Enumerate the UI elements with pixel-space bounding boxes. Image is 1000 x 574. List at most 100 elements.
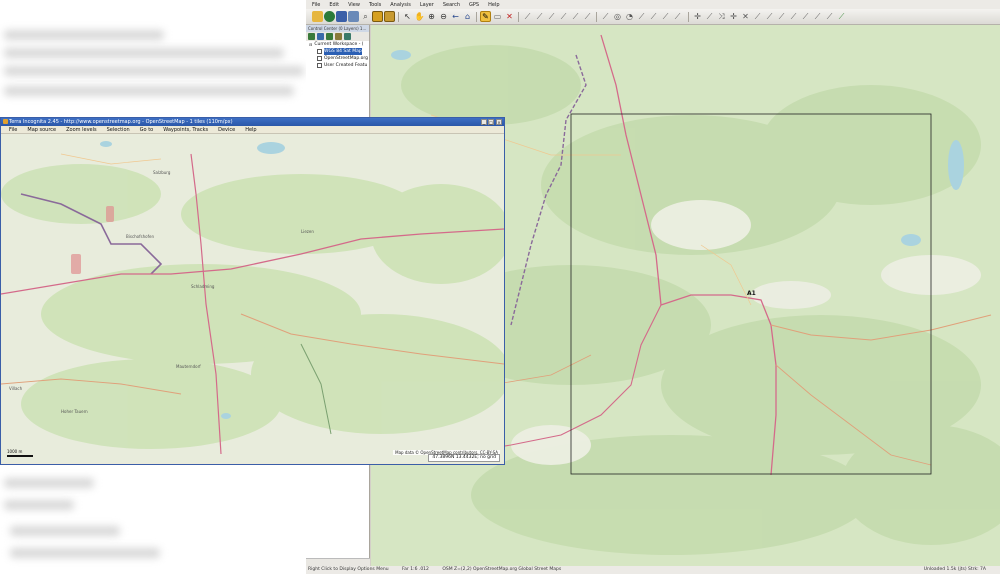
menu-help[interactable]: Help (488, 2, 499, 8)
rotate-icon[interactable]: ⟋ (776, 11, 787, 22)
watershed-icon[interactable]: ⟋ (636, 11, 647, 22)
layer-zoom-icon[interactable] (344, 33, 351, 40)
split-icon[interactable]: ✕ (740, 11, 751, 22)
status-info: OSM Z=(2,2) OpenStreetMap.org Global Str… (442, 567, 562, 572)
blurred-text (4, 48, 284, 58)
layer-label: Current Workspace - ( (314, 42, 364, 47)
reshape-icon[interactable]: ✛ (728, 11, 739, 22)
measure-icon[interactable]: ⟋ (522, 11, 533, 22)
menu-view[interactable]: View (348, 2, 360, 8)
node-edit-icon[interactable]: ⤨ (716, 11, 727, 22)
profile-icon[interactable]: ⟋ (570, 11, 581, 22)
coordinate-readout: 47.3896N 13.4432E; no grid (428, 454, 500, 462)
layer-item-osm[interactable]: OpenStreetMap.org (309, 55, 369, 62)
layer-up-icon[interactable] (326, 33, 333, 40)
maximize-icon[interactable]: □ (488, 119, 494, 125)
toolbar-separator (688, 12, 689, 22)
path-icon[interactable]: ⟋ (600, 11, 611, 22)
select-rect-icon[interactable]: ▭ (492, 11, 503, 22)
place-label: Villach (9, 386, 23, 391)
place-label: Bischofshofen (126, 234, 154, 239)
blurred-text (4, 478, 94, 488)
line-tool-icon[interactable]: ⟋ (672, 11, 683, 22)
edit-pencil-icon[interactable]: ✎ (480, 11, 491, 22)
pan-icon[interactable]: ✋ (414, 11, 425, 22)
menu-waypoints-tracks[interactable]: Waypoints, Tracks (163, 126, 208, 133)
toolbar-separator (398, 12, 399, 22)
layers-icon[interactable] (372, 11, 383, 22)
layer-tree-root[interactable]: ⊟ Current Workspace - ( (309, 41, 369, 48)
desktop: File Edit View Tools Analysis Layer Sear… (0, 0, 1000, 574)
blurred-text (10, 548, 160, 558)
terra-menubar: File Map source Zoom levels Selection Go… (1, 126, 504, 134)
layer-down-icon[interactable] (335, 33, 342, 40)
scale-icon[interactable]: ⟋ (788, 11, 799, 22)
move-icon[interactable]: ✛ (692, 11, 703, 22)
zoom-out-icon[interactable]: ⊖ (438, 11, 449, 22)
layer-item-user-features[interactable]: User Created Featu (309, 62, 369, 69)
overlay-icon[interactable] (384, 11, 395, 22)
terra-map-view[interactable]: Salzburg Bischofshofen Liezen Schladming… (1, 134, 504, 463)
scale-bar: 1000 m (7, 449, 33, 457)
save-icon[interactable] (336, 11, 347, 22)
toolbar-separator (596, 12, 597, 22)
layer-tree: ⊟ Current Workspace - ( WGS 84 Sat Map O… (306, 41, 369, 69)
trace-icon[interactable]: ⟋ (660, 11, 671, 22)
menu-gps[interactable]: GPS (469, 2, 479, 8)
globe-icon[interactable] (324, 11, 335, 22)
menu-edit[interactable]: Edit (329, 2, 339, 8)
menu-help[interactable]: Help (245, 126, 256, 133)
terra-incognita-window: Terra Incognita 2.45 - http://www.openst… (0, 117, 505, 465)
menu-selection[interactable]: Selection (107, 126, 130, 133)
menu-zoom-levels[interactable]: Zoom levels (66, 126, 97, 133)
menu-analysis[interactable]: Analysis (390, 2, 411, 8)
search-icon[interactable]: ⌕ (360, 11, 371, 22)
horizontal-scrollbar[interactable] (306, 558, 370, 566)
zoom-in-icon[interactable]: ⊕ (426, 11, 437, 22)
menu-file[interactable]: File (312, 2, 320, 8)
menu-search[interactable]: Search (443, 2, 460, 8)
digitize-icon[interactable]: ⟋ (582, 11, 593, 22)
window-titlebar[interactable]: Terra Incognita 2.45 - http://www.openst… (1, 118, 504, 126)
menu-layer[interactable]: Layer (420, 2, 434, 8)
minimize-icon[interactable]: _ (481, 119, 487, 125)
buffer-icon[interactable]: ⟋ (800, 11, 811, 22)
close-icon[interactable]: × (496, 119, 502, 125)
view-shed-icon[interactable]: ◔ (624, 11, 635, 22)
status-right: Unloaded 1.5k (jts) Strk: 7A (923, 567, 986, 572)
offset-icon[interactable]: ⟋ (824, 11, 835, 22)
target-icon[interactable]: ◎ (612, 11, 623, 22)
menu-tools[interactable]: Tools (369, 2, 381, 8)
draw-line-icon[interactable]: ⟋ (534, 11, 545, 22)
layer-checkbox[interactable] (317, 56, 322, 61)
menu-go-to[interactable]: Go to (140, 126, 154, 133)
back-arrow-icon[interactable]: ← (450, 11, 461, 22)
print-icon[interactable] (348, 11, 359, 22)
finish-icon[interactable]: ⟋ (836, 11, 847, 22)
layer-checkbox[interactable] (317, 49, 322, 54)
home-icon[interactable]: ⌂ (462, 11, 473, 22)
open-folder-icon[interactable] (312, 11, 323, 22)
vertex-icon[interactable]: ⟋ (704, 11, 715, 22)
draw-area-icon[interactable]: ⟋ (546, 11, 557, 22)
place-label: Hoher Tauern (61, 409, 88, 414)
menu-device[interactable]: Device (218, 126, 235, 133)
draw-point-icon[interactable]: ⟋ (558, 11, 569, 22)
combine-icon[interactable]: ⟋ (764, 11, 775, 22)
menu-map-source[interactable]: Map source (27, 126, 56, 133)
layer-checkbox[interactable] (317, 63, 322, 68)
control-center-toolbar (306, 32, 369, 41)
layer-item-wgs84[interactable]: WGS 84 Sat Map (309, 48, 369, 55)
layer-options-icon[interactable] (317, 33, 324, 40)
add-layer-icon[interactable] (308, 33, 315, 40)
collapse-icon[interactable]: ⊟ (309, 41, 312, 48)
window-title: Terra Incognita 2.45 - http://www.openst… (9, 119, 233, 125)
delete-icon[interactable]: ✕ (504, 11, 515, 22)
pointer-icon[interactable]: ↖ (402, 11, 413, 22)
scale-line (7, 455, 33, 457)
contour-icon[interactable]: ⟋ (648, 11, 659, 22)
menu-file[interactable]: File (9, 126, 17, 133)
status-hint: Right Click to Display Options Menu (308, 567, 389, 572)
cut-icon[interactable]: ⟋ (752, 11, 763, 22)
snap-icon[interactable]: ⟋ (812, 11, 823, 22)
